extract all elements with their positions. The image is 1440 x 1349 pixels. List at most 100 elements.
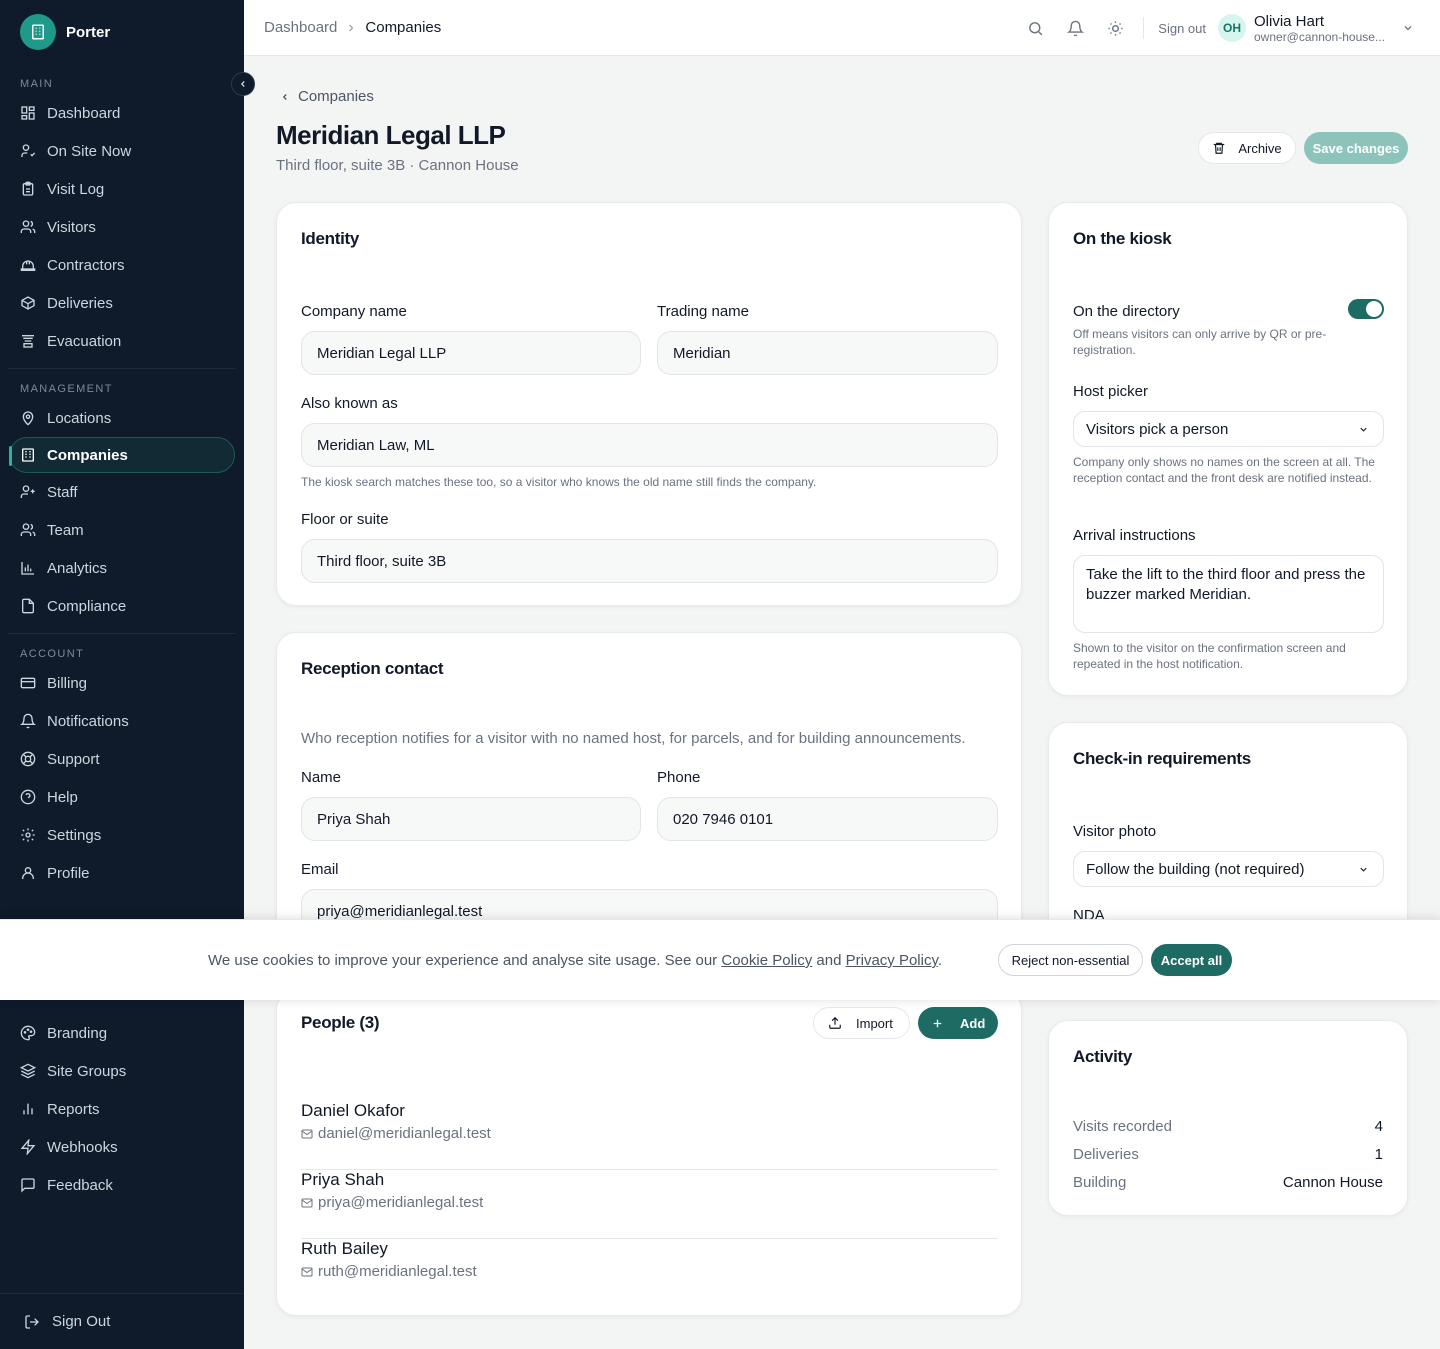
plus-icon xyxy=(933,1019,942,1027)
user-menu[interactable]: Olivia Hart owner@cannon-house... xyxy=(1254,13,1394,44)
brand[interactable]: Porter xyxy=(0,0,244,64)
directory-label: On the directory xyxy=(1073,303,1180,320)
stat-value: Cannon House xyxy=(1282,1174,1383,1191)
sidebar-item-billing[interactable]: Billing xyxy=(0,664,244,702)
sidebar-item-notifications[interactable]: Notifications xyxy=(0,702,244,740)
privacy-policy-link[interactable]: Privacy Policy xyxy=(846,952,938,969)
stat-value: 4 xyxy=(1374,1118,1383,1135)
search-button[interactable] xyxy=(1015,20,1055,37)
user-check-icon xyxy=(21,144,36,157)
sidebar-item-support[interactable]: Support xyxy=(0,740,244,778)
grid-icon xyxy=(21,106,35,120)
aka-hint: The kiosk search matches these too, so a… xyxy=(301,475,817,489)
sidebar-item-dashboard[interactable]: Dashboard xyxy=(0,94,244,132)
cookie-text: We use cookies to improve your experienc… xyxy=(208,952,942,969)
save-changes-button[interactable]: Save changes xyxy=(1304,132,1408,164)
sidebar-item-label: Visit Log xyxy=(47,180,105,198)
life-buoy-icon xyxy=(20,751,36,767)
sidebar-item-visit-log[interactable]: Visit Log xyxy=(0,170,244,208)
phone-label: Phone xyxy=(657,769,701,786)
divider xyxy=(1143,17,1145,39)
sidebar-item-staff[interactable]: Staff xyxy=(0,473,244,511)
package-icon xyxy=(21,296,35,310)
sidebar-item-locations[interactable]: Locations xyxy=(0,399,244,437)
stat-label: Deliveries xyxy=(1073,1146,1139,1163)
sidebar-item-profile[interactable]: Profile xyxy=(0,854,244,892)
sidebar: Porter MAIN Dashboard On Site Now Visit … xyxy=(0,0,244,1349)
accept-all-button[interactable]: Accept all xyxy=(1151,944,1232,976)
email-label: Email xyxy=(301,861,339,878)
trading-name-input[interactable]: Meridian xyxy=(657,331,998,375)
cookie-policy-link[interactable]: Cookie Policy xyxy=(721,952,812,969)
company-name-input[interactable]: Meridian Legal LLP xyxy=(301,331,641,375)
sidebar-sign-out[interactable]: Sign Out xyxy=(0,1293,244,1349)
file-check-icon xyxy=(22,598,34,614)
archive-button[interactable]: Archive xyxy=(1198,132,1296,164)
sidebar-item-reports[interactable]: Reports xyxy=(0,1090,244,1128)
chevron-down-icon[interactable] xyxy=(1402,22,1414,34)
sidebar-item-companies[interactable]: Companies xyxy=(9,437,235,473)
contact-name-input[interactable]: Priya Shah xyxy=(301,797,641,841)
reception-description: Who reception notifies for a visitor wit… xyxy=(301,730,966,747)
host-picker-select[interactable]: Visitors pick a person xyxy=(1073,411,1384,447)
sidebar-item-settings[interactable]: Settings xyxy=(0,816,244,854)
sidebar-item-label: Reports xyxy=(47,1100,100,1118)
card-title: Activity xyxy=(1073,1047,1133,1066)
back-to-companies-link[interactable]: Companies xyxy=(280,88,374,105)
sidebar-item-feedback[interactable]: Feedback xyxy=(0,1166,244,1204)
cookie-text-and: and xyxy=(812,952,846,969)
sidebar-item-label: Site Groups xyxy=(47,1062,127,1080)
sidebar-item-label: Deliveries xyxy=(47,294,113,312)
avatar[interactable]: OH xyxy=(1218,14,1246,42)
sidebar-item-evacuation[interactable]: Evacuation xyxy=(0,322,244,360)
breadcrumb-dashboard[interactable]: Dashboard xyxy=(264,19,337,36)
sidebar-item-label: Team xyxy=(47,521,84,539)
sidebar-item-label: Visitors xyxy=(47,218,96,236)
import-button[interactable]: Import xyxy=(813,1007,910,1039)
sidebar-item-branding[interactable]: Branding xyxy=(0,1014,244,1052)
mail-icon xyxy=(301,1267,313,1276)
sidebar-item-deliveries[interactable]: Deliveries xyxy=(0,284,244,322)
arrival-instructions-hint: Shown to the visitor on the confirmation… xyxy=(1073,641,1346,671)
person-email-text: priya@meridianlegal.test xyxy=(318,1194,484,1211)
floor-input[interactable]: Third floor, suite 3B xyxy=(301,539,998,583)
person-row[interactable]: Priya Shah priya@meridianlegal.test xyxy=(301,1170,998,1239)
add-person-button[interactable]: Add xyxy=(918,1007,998,1039)
sidebar-item-site-groups[interactable]: Site Groups xyxy=(0,1052,244,1090)
phone-input[interactable]: 020 7946 0101 xyxy=(657,797,998,841)
sidebar-item-visitors[interactable]: Visitors xyxy=(0,208,244,246)
aka-label: Also known as xyxy=(301,395,398,412)
sidebar-item-team[interactable]: Team xyxy=(0,511,244,549)
person-row[interactable]: Daniel Okafor daniel@meridianlegal.test xyxy=(301,1101,998,1170)
sidebar-item-analytics[interactable]: Analytics xyxy=(0,549,244,587)
visitor-photo-label: Visitor photo xyxy=(1073,823,1157,840)
sidebar-item-help[interactable]: Help xyxy=(0,778,244,816)
add-label: Add xyxy=(960,1015,986,1031)
person-name: Ruth Bailey xyxy=(301,1239,388,1258)
sidebar-item-webhooks[interactable]: Webhooks xyxy=(0,1128,244,1166)
company-name-label: Company name xyxy=(301,303,407,320)
identity-card: Identity Company name Meridian Legal LLP… xyxy=(276,202,1022,606)
sidebar-item-label: Companies xyxy=(47,446,128,464)
sidebar-item-contractors[interactable]: Contractors xyxy=(0,246,244,284)
arrival-instructions-textarea[interactable]: Take the lift to the third floor and pre… xyxy=(1073,555,1384,633)
aka-input[interactable]: Meridian Law, ML xyxy=(301,423,998,467)
directory-toggle[interactable] xyxy=(1348,299,1384,319)
host-picker-value: Visitors pick a person xyxy=(1086,420,1229,438)
topbar-sign-out-link[interactable]: Sign out xyxy=(1158,21,1206,36)
collapse-sidebar-button[interactable] xyxy=(231,72,255,96)
archive-label: Archive xyxy=(1238,140,1282,156)
person-row[interactable]: Ruth Bailey ruth@meridianlegal.test xyxy=(301,1239,998,1308)
sidebar-item-compliance[interactable]: Compliance xyxy=(0,587,244,625)
notifications-button[interactable] xyxy=(1055,20,1095,37)
sidebar-item-on-site-now[interactable]: On Site Now xyxy=(0,132,244,170)
person-name: Priya Shah xyxy=(301,1170,385,1189)
card-title: Check-in requirements xyxy=(1073,749,1251,768)
reject-non-essential-button[interactable]: Reject non-essential xyxy=(998,944,1143,976)
chevron-down-icon xyxy=(1360,867,1367,872)
theme-toggle-button[interactable] xyxy=(1095,20,1135,37)
section-label-management: MANAGEMENT xyxy=(20,383,113,395)
card-title: Reception contact xyxy=(301,659,444,678)
stat-row-visits: Visits recorded 4 xyxy=(1073,1118,1383,1138)
visitor-photo-select[interactable]: Follow the building (not required) xyxy=(1073,851,1384,887)
